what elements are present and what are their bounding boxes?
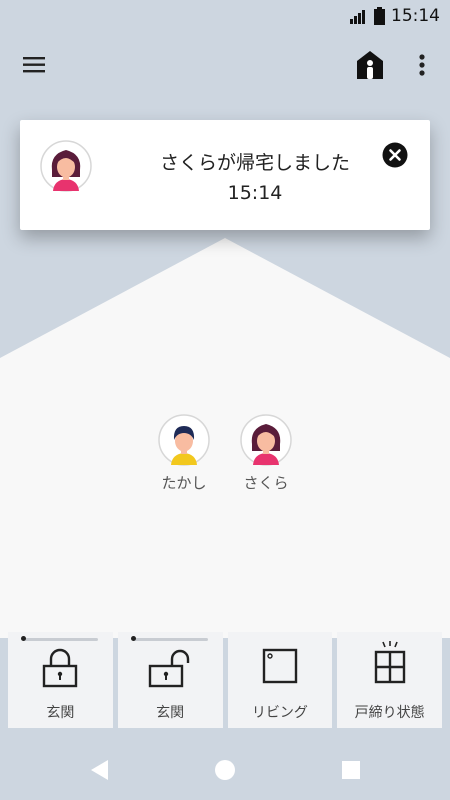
tile-label: リビング [251,705,308,721]
member-name: たかし [161,474,207,492]
hamburger-menu-icon[interactable] [20,52,50,78]
avatar-sakura [240,414,292,466]
notification-title: さくらが帰宅しました [159,152,350,174]
window-sensor-icon [262,648,298,684]
member-sakura[interactable]: さくら [231,414,301,493]
close-circle-icon[interactable] [382,142,408,168]
more-vertical-icon[interactable] [412,50,432,80]
member-takashi[interactable]: たかし [149,414,219,493]
status-bar: 15:14 [0,0,450,32]
tile-living-room[interactable]: リビング [227,632,333,728]
recent-apps-square-icon[interactable] [341,760,361,780]
lock-open-icon [148,649,190,688]
window-lock-status-icon [374,641,405,684]
back-triangle-icon[interactable] [88,758,112,782]
tile-entrance-lock-closed[interactable]: 玄関 [8,632,113,728]
member-name: さくら [243,474,289,492]
tile-lock-status[interactable]: 戸締り状態 [337,632,442,728]
battery-icon [374,7,385,25]
navigation-bar [0,740,450,800]
homecoming-notification: さくらが帰宅しました 15:14 [20,120,430,230]
tile-label: 玄関 [156,705,185,721]
device-tiles: 玄関 玄関 リビング 戸締り状態 [8,632,442,728]
tile-indicator [130,636,208,641]
tile-entrance-lock-open[interactable]: 玄関 [117,632,223,728]
avatar-takashi [158,414,210,466]
home-circle-icon[interactable] [214,759,236,781]
avatar-sakura [40,140,92,192]
lock-closed-icon [43,648,78,688]
tile-label: 戸締り状態 [354,705,425,721]
app-bar [0,32,450,98]
status-time: 15:14 [391,6,440,26]
tile-label: 玄関 [46,705,75,721]
house-person-icon[interactable] [355,49,385,81]
house-shape [0,238,450,638]
signal-icon [350,10,365,24]
notification-time: 15:14 [227,182,283,204]
tile-indicator [21,636,98,641]
